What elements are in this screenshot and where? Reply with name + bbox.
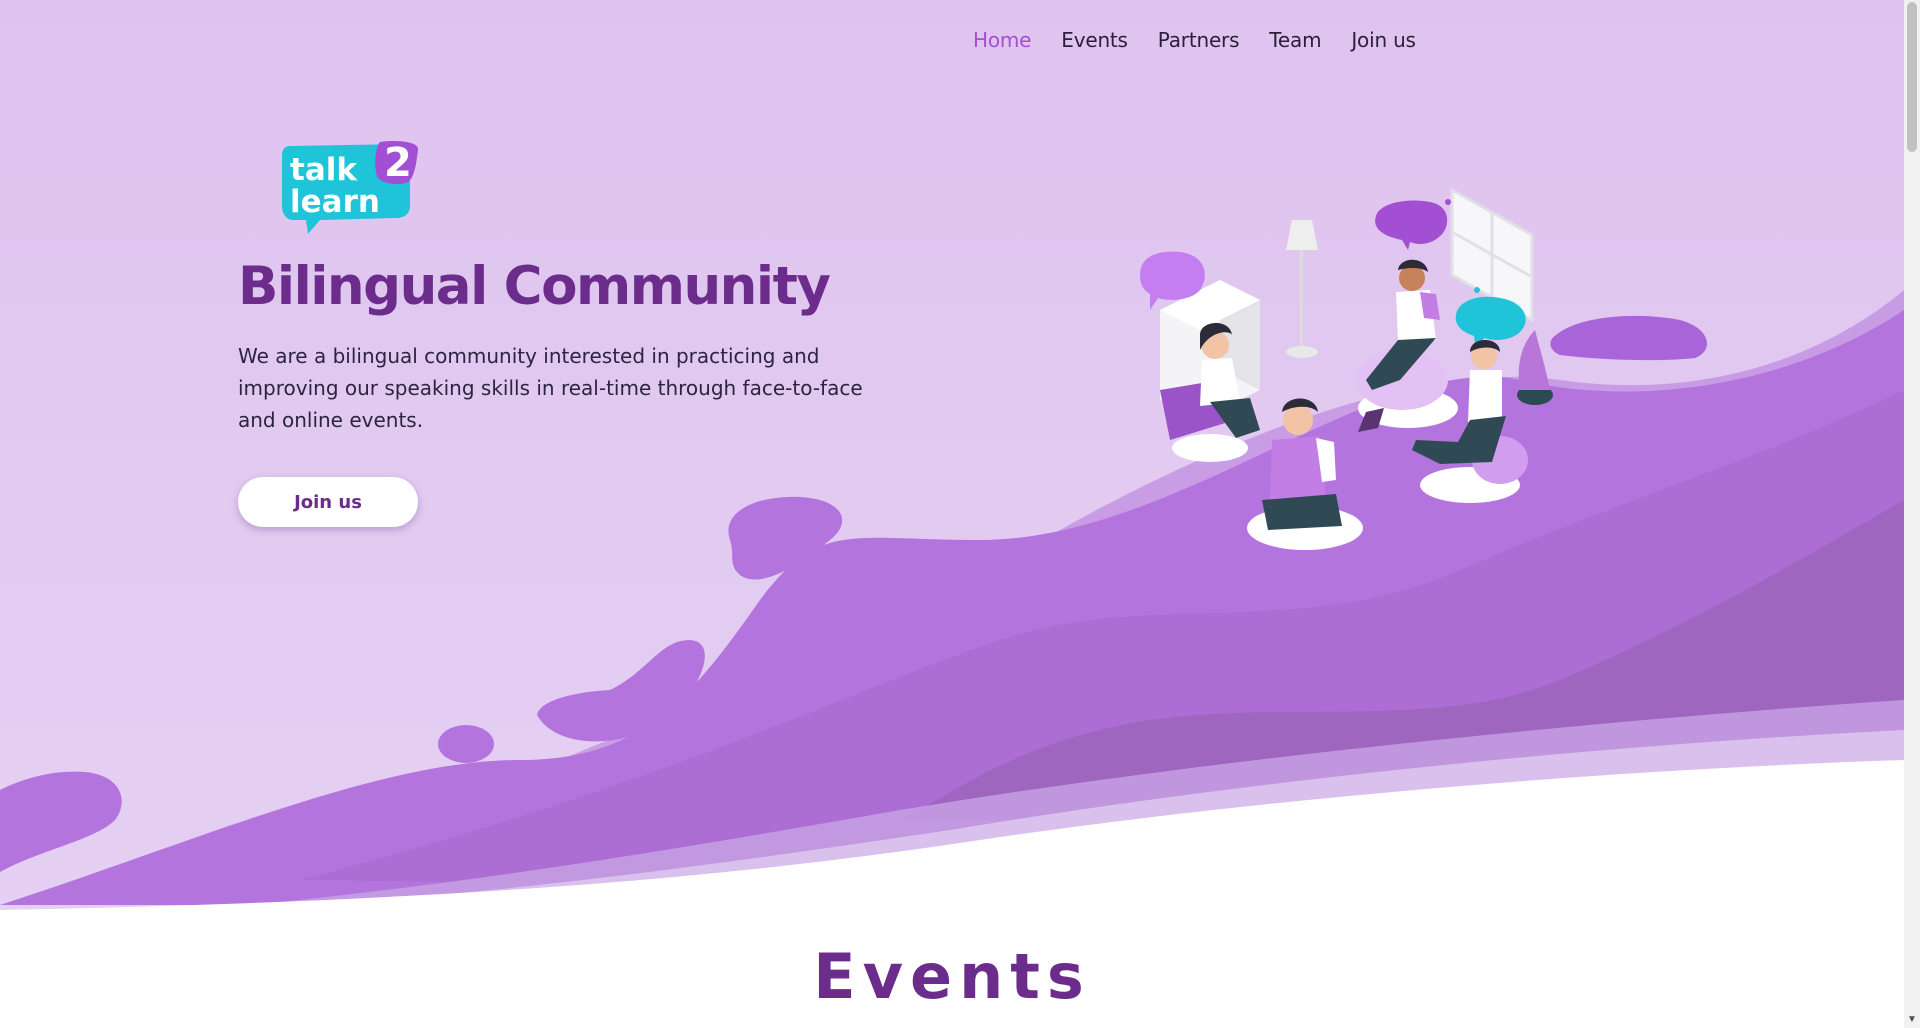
nav-partners-link[interactable]: Partners [1158, 28, 1240, 52]
community-conversation-illustration [1140, 187, 1553, 550]
page-scrollbar[interactable]: ▼ [1904, 0, 1920, 1028]
scrollbar-thumb[interactable] [1907, 2, 1917, 152]
nav-team-link[interactable]: Team [1269, 28, 1321, 52]
nav-home-link[interactable]: Home [973, 28, 1031, 52]
hero-description: We are a bilingual community interested … [238, 344, 863, 432]
top-navigation: Home Events Partners Team Join us [973, 28, 1416, 52]
talk2learn-logo: 2 talk learn [282, 140, 419, 234]
logo-word-learn: learn [290, 184, 380, 220]
nav-join-us-link[interactable]: Join us [1351, 28, 1416, 52]
page-title: Bilingual Community [238, 256, 831, 317]
logo-number: 2 [384, 140, 412, 186]
logo-word-talk: talk [290, 152, 358, 188]
hero-wave-background [0, 290, 1904, 910]
page: Home Events Partners Team Join us 2 talk… [0, 0, 1920, 1028]
events-section-title: Events [813, 940, 1091, 1013]
join-us-button[interactable]: Join us [238, 477, 418, 527]
nav-events-link[interactable]: Events [1061, 28, 1128, 52]
scroll-down-arrow-icon[interactable]: ▼ [1904, 1012, 1920, 1028]
hero-section: Home Events Partners Team Join us 2 talk… [0, 0, 1904, 910]
